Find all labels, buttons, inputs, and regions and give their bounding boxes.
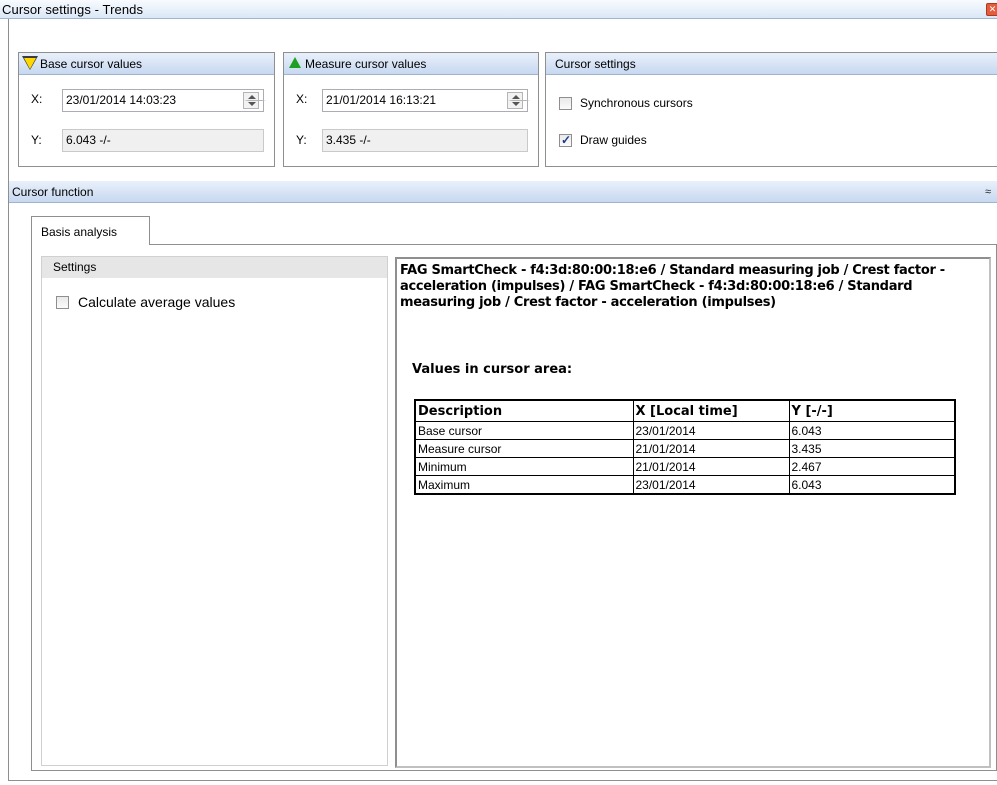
measure-y-field: 3.435 -/-: [322, 129, 528, 152]
table-row: Base cursor 23/01/2014 6.043: [414, 421, 956, 440]
spin-down-icon[interactable]: [512, 102, 520, 106]
synchronous-cursors-label: Synchronous cursors: [580, 96, 693, 110]
table-cell: 23/01/2014: [632, 475, 790, 495]
spin-up-icon[interactable]: [512, 95, 520, 99]
table-cell: 6.043: [788, 421, 956, 440]
measure-x-datetime-picker[interactable]: 21/01/2014 16:13:21: [322, 89, 530, 112]
column-header-x: X [Local time]: [632, 399, 790, 422]
base-cursor-title: Base cursor values: [40, 57, 143, 71]
values-table-header: Description X [Local time] Y [-/-]: [414, 399, 956, 422]
base-x-value: 23/01/2014 14:03:23: [66, 93, 177, 107]
table-cell: 3.435: [788, 439, 956, 458]
base-x-spinner[interactable]: [243, 92, 266, 109]
analysis-settings-panel: Settings Calculate average values: [41, 256, 388, 766]
measure-x-value: 21/01/2014 16:13:21: [326, 93, 437, 107]
spin-up-icon[interactable]: [248, 95, 256, 99]
tab-basis-analysis-label: Basis analysis: [41, 225, 118, 239]
table-cell: Minimum: [414, 457, 634, 476]
base-cursor-panel: Base cursor values X: 23/01/2014 14:03:2…: [18, 52, 275, 167]
base-y-value: 6.043 -/-: [66, 133, 111, 147]
cursor-function-header[interactable]: Cursor function ≈: [9, 181, 997, 203]
cursor-function-title: Cursor function: [12, 185, 94, 199]
measure-y-value: 3.435 -/-: [326, 133, 371, 147]
table-cell: 2.467: [788, 457, 956, 476]
measure-cursor-panel: Measure cursor values X: 21/01/2014 16:1…: [283, 52, 539, 167]
column-header-description: Description: [414, 399, 634, 422]
table-cell: 21/01/2014: [632, 439, 790, 458]
close-icon[interactable]: ✕: [986, 3, 997, 16]
cursor-settings-window: Cursor settings - Trends ✕ Base cursor v…: [0, 0, 997, 785]
spin-divider: [508, 100, 530, 101]
collapse-chevron-icon[interactable]: ≈: [985, 186, 991, 198]
base-cursor-header: Base cursor values: [19, 53, 274, 75]
cursor-settings-header: Cursor settings: [546, 53, 997, 75]
analysis-settings-title: Settings: [53, 260, 97, 274]
measure-x-spinner[interactable]: [507, 92, 530, 109]
measure-cursor-header: Measure cursor values: [284, 53, 538, 75]
draw-guides-label: Draw guides: [580, 133, 647, 147]
cursor-report-view: FAG SmartCheck - f4:3d:80:00:18:e6 / Sta…: [395, 257, 991, 768]
table-cell: 23/01/2014: [632, 421, 790, 440]
draw-guides-checkbox[interactable]: [559, 133, 572, 147]
measure-x-label: X:: [296, 92, 308, 106]
base-y-label: Y:: [31, 133, 42, 147]
measure-y-label: Y:: [296, 133, 307, 147]
tab-basis-analysis[interactable]: Basis analysis: [31, 216, 150, 245]
table-row: Measure cursor 21/01/2014 3.435: [414, 439, 956, 458]
spin-down-icon[interactable]: [248, 102, 256, 106]
table-cell: Measure cursor: [414, 439, 634, 458]
report-subtitle: Values in cursor area:: [412, 362, 573, 377]
column-header-y: Y [-/-]: [788, 399, 956, 422]
cursor-settings-title: Cursor settings: [555, 57, 636, 71]
table-cell: Maximum: [414, 475, 634, 495]
spin-divider: [244, 100, 266, 101]
measure-cursor-title: Measure cursor values: [305, 57, 427, 71]
measure-cursor-marker-icon: [289, 57, 301, 68]
table-cell: 21/01/2014: [632, 457, 790, 476]
analysis-settings-header: Settings: [42, 257, 387, 278]
base-cursor-marker-icon: [24, 58, 36, 69]
table-row: Minimum 21/01/2014 2.467: [414, 457, 956, 476]
title-bar: Cursor settings - Trends ✕: [0, 0, 997, 19]
base-x-datetime-picker[interactable]: 23/01/2014 14:03:23: [62, 89, 266, 112]
window-title: Cursor settings - Trends: [2, 2, 144, 17]
values-table: Description X [Local time] Y [-/-] Base …: [414, 399, 956, 495]
calculate-average-label: Calculate average values: [78, 294, 236, 310]
synchronous-cursors-checkbox[interactable]: [559, 97, 572, 110]
base-y-field: 6.043 -/-: [62, 129, 264, 152]
report-title: FAG SmartCheck - f4:3d:80:00:18:e6 / Sta…: [400, 263, 945, 310]
cursor-settings-panel: Cursor settings Synchronous cursors Draw…: [545, 52, 997, 167]
table-row: Maximum 23/01/2014 6.043: [414, 475, 956, 495]
table-cell: 6.043: [788, 475, 956, 495]
table-cell: Base cursor: [414, 421, 634, 440]
base-x-label: X:: [31, 92, 43, 106]
calculate-average-checkbox[interactable]: [56, 296, 69, 309]
